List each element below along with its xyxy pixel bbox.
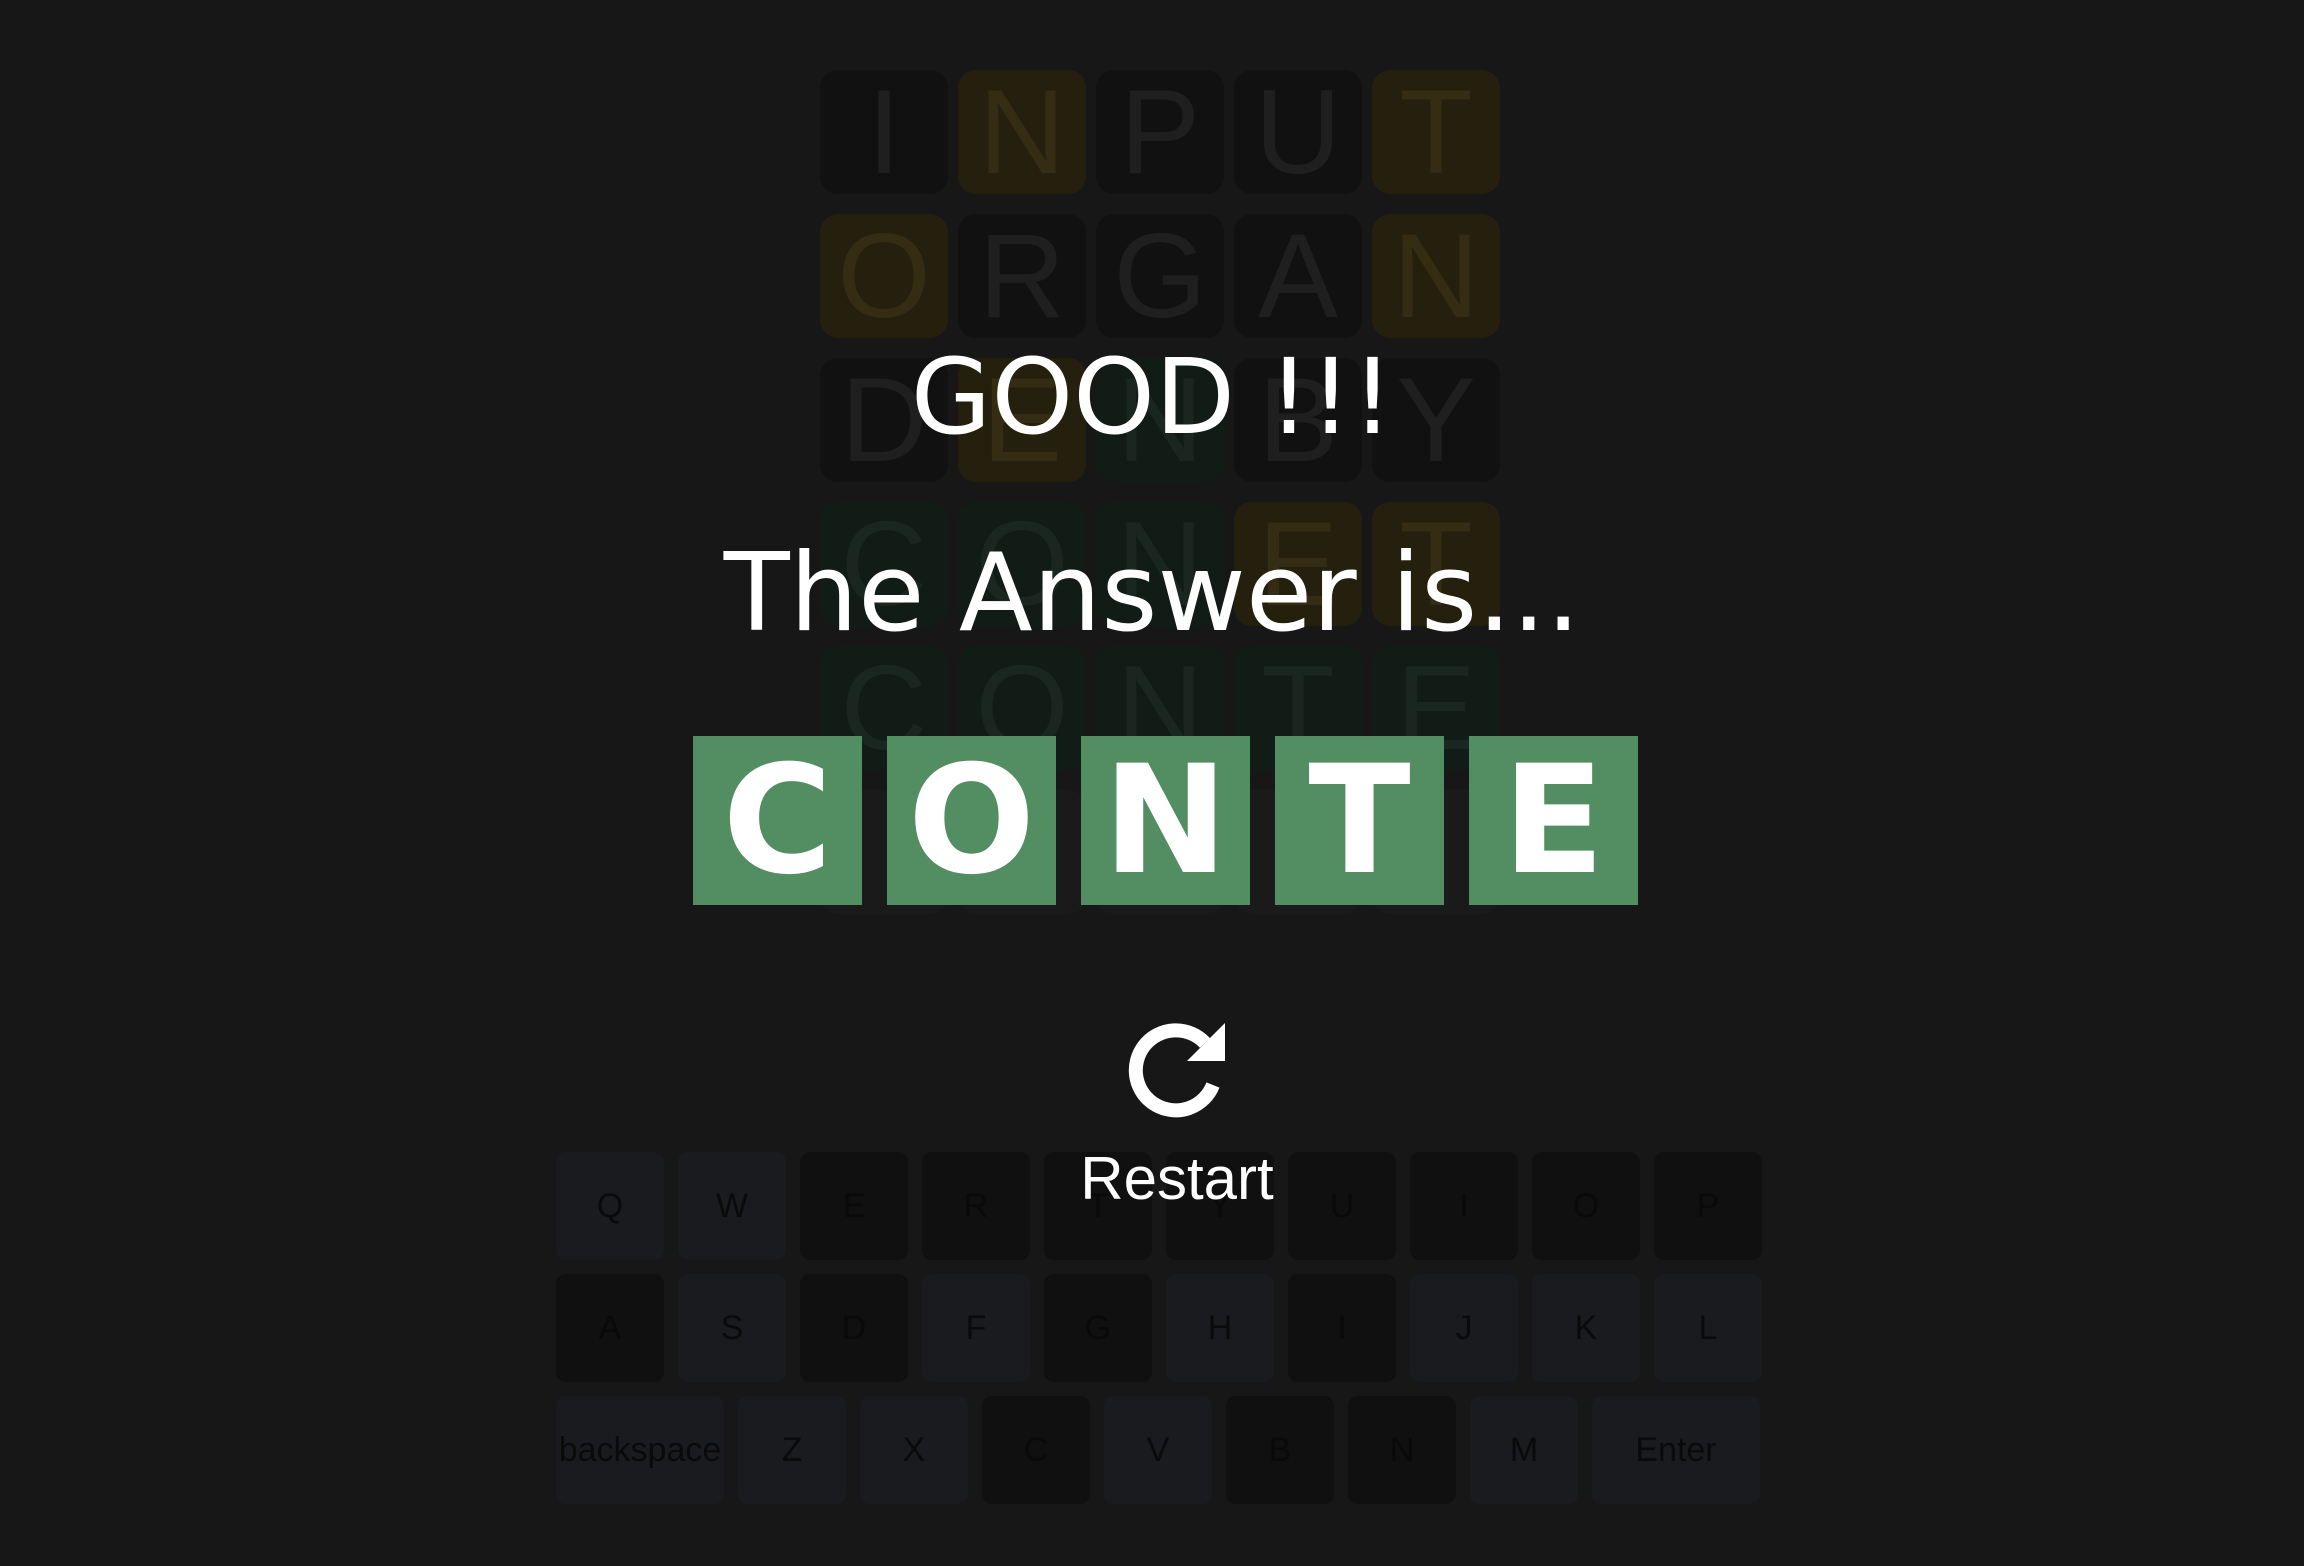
game-screen: INPUTORGANDENBYCONETCONTE QWERTYUIOPASDF…	[0, 0, 2304, 1566]
answer-tile: T	[1275, 736, 1444, 905]
result-overlay: GOOD !!! The Answer is... CONTE Restart	[0, 0, 2304, 1566]
answer-caption: The Answer is...	[723, 531, 1581, 656]
answer-tile: N	[1081, 736, 1250, 905]
answer-tile: E	[1469, 736, 1638, 905]
restart-icon	[1128, 1023, 1225, 1118]
restart-label: Restart	[1080, 1145, 1274, 1212]
answer-tile: C	[693, 736, 862, 905]
restart-button[interactable]: Restart	[1052, 1015, 1302, 1209]
result-title: GOOD !!!	[910, 336, 1394, 458]
answer-tile: O	[887, 736, 1056, 905]
answer-word: CONTE	[693, 736, 1638, 905]
